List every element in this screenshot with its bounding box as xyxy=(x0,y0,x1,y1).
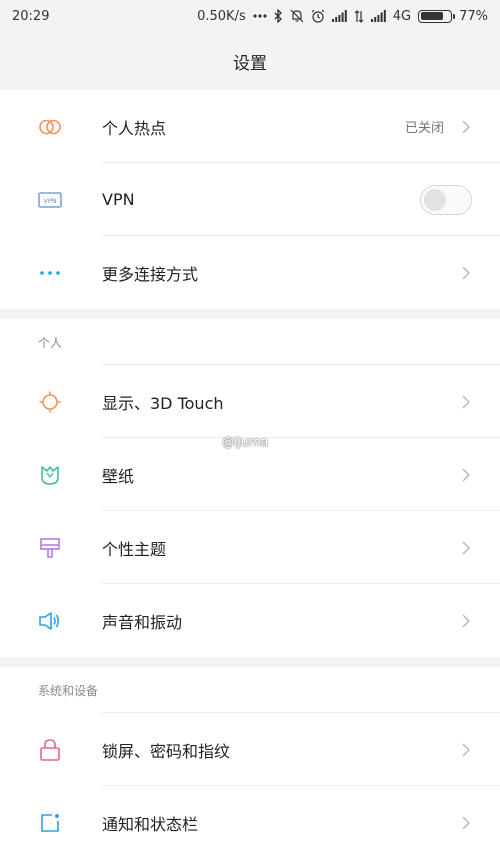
chevron-right-icon xyxy=(460,263,472,283)
watermark: @iJurna xyxy=(222,435,269,449)
settings-item-label: 锁屏、密码和指纹 xyxy=(102,741,231,761)
status-time: 20:29 xyxy=(12,8,50,24)
hotspot-icon xyxy=(38,115,62,139)
settings-item-label: VPN xyxy=(102,190,135,209)
signal-icon-2 xyxy=(370,10,386,22)
sun-icon xyxy=(38,390,62,414)
notification-icon xyxy=(38,811,62,835)
signal-icon-1 xyxy=(331,10,347,22)
section-header-system: 系统和设备 xyxy=(0,667,500,713)
svg-text:VPN: VPN xyxy=(43,197,56,205)
network-type: 4G xyxy=(392,8,412,24)
wallpaper-icon xyxy=(38,463,62,487)
section-title: 系统和设备 xyxy=(38,683,99,698)
theme-brush-icon xyxy=(38,536,62,560)
page-title: 设置 xyxy=(233,53,267,74)
chevron-right-icon xyxy=(460,465,472,485)
chevron-right-icon xyxy=(460,740,472,760)
speaker-icon xyxy=(38,609,62,633)
chevron-right-icon xyxy=(460,813,472,833)
settings-item-label: 声音和振动 xyxy=(102,612,183,632)
section-gap xyxy=(0,657,500,667)
more-notifications-icon xyxy=(253,14,267,18)
settings-item-notifications[interactable]: 通知和状态栏 xyxy=(0,786,500,846)
lock-icon xyxy=(38,738,62,762)
settings-item-more-connections[interactable]: 更多连接方式 xyxy=(0,236,500,309)
status-bar: 20:29 0.50K/s 4G 77% xyxy=(0,0,500,32)
vpn-icon: VPN xyxy=(38,188,62,212)
battery-icon xyxy=(418,9,456,23)
more-dots-icon xyxy=(38,261,62,285)
app-bar: 设置 xyxy=(0,32,500,90)
settings-item-label: 壁纸 xyxy=(102,466,135,486)
section-gap xyxy=(0,309,500,319)
section-title: 个人 xyxy=(38,335,63,350)
settings-item-label: 个性主题 xyxy=(102,539,167,559)
battery-percent: 77% xyxy=(459,8,488,24)
data-transfer-icon xyxy=(354,9,364,23)
vpn-toggle[interactable] xyxy=(420,184,472,215)
settings-list: 个人热点 已关闭 VPN VPN 更多连接方式 个人 显示、3D Touch 壁… xyxy=(0,90,500,846)
settings-item-sound[interactable]: 声音和振动 xyxy=(0,584,500,657)
settings-item-label: 个人热点 xyxy=(102,118,167,138)
settings-item-lockscreen[interactable]: 锁屏、密码和指纹 xyxy=(0,713,500,786)
settings-item-label: 显示、3D Touch xyxy=(102,393,224,413)
chevron-right-icon xyxy=(460,538,472,558)
settings-item-label: 通知和状态栏 xyxy=(102,814,199,834)
battery-fill xyxy=(420,12,443,20)
chevron-right-icon xyxy=(460,117,472,137)
hotspot-status: 已关闭 xyxy=(404,121,444,136)
status-icons: 0.50K/s 4G 77% xyxy=(197,9,488,24)
network-speed: 0.50K/s xyxy=(197,8,246,24)
bluetooth-icon xyxy=(274,9,283,23)
settings-item-vpn[interactable]: VPN VPN xyxy=(0,163,500,236)
section-header-personal: 个人 xyxy=(0,319,500,365)
settings-item-hotspot[interactable]: 个人热点 已关闭 xyxy=(0,90,500,163)
alarm-icon xyxy=(311,9,325,23)
mute-bell-icon xyxy=(290,9,304,23)
chevron-right-icon xyxy=(460,611,472,631)
settings-item-theme[interactable]: 个性主题 xyxy=(0,511,500,584)
toggle-knob xyxy=(424,188,446,211)
settings-item-display[interactable]: 显示、3D Touch xyxy=(0,365,500,438)
settings-item-label: 更多连接方式 xyxy=(102,264,199,284)
chevron-right-icon xyxy=(460,392,472,412)
